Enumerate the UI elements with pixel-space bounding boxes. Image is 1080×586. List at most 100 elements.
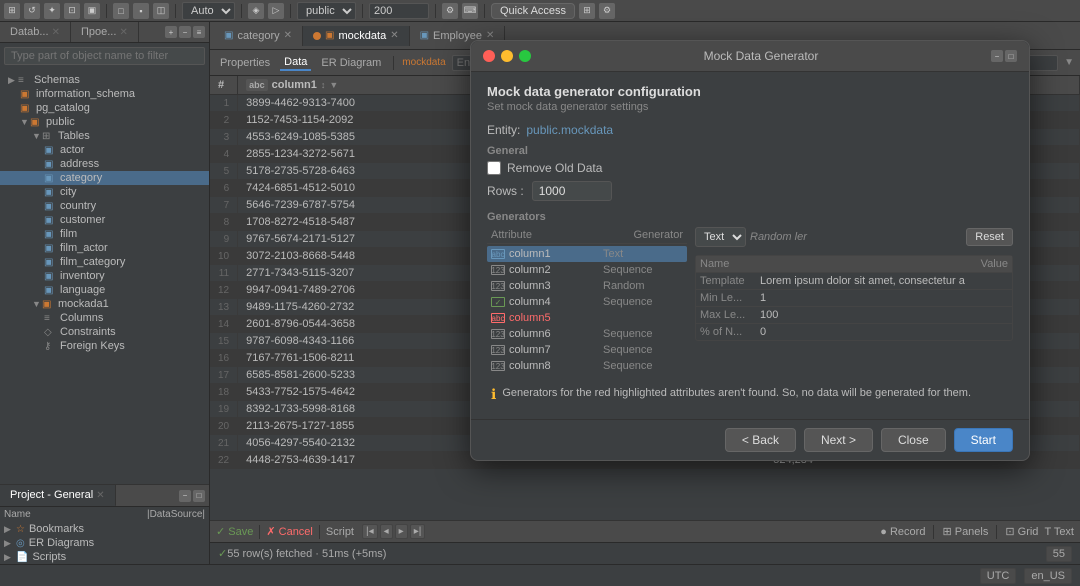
data-tab-btn[interactable]: Data [280,55,311,71]
toolbar-icon-8[interactable]: ◫ [153,3,169,19]
gen-row-column5[interactable]: abc column5 [487,310,687,326]
gen-icon-num-7: 123 [491,345,505,355]
nav-buttons: |◂ ◂ ▸ ▸| [362,524,425,539]
toolbar-icon-3[interactable]: ✦ [44,3,60,19]
modal-icon-1[interactable]: − [991,50,1003,62]
tree-item-film-actor[interactable]: ▣ film_actor [0,241,209,255]
close-traffic-light[interactable] [483,50,495,62]
mock-data-generator-modal[interactable]: Mock Data Generator − □ Mock data genera… [470,40,1030,461]
project-icon-2[interactable]: □ [193,490,205,502]
tree-item-inventory[interactable]: ▣ inventory [0,269,209,283]
tree-item-actor[interactable]: ▣ actor [0,143,209,157]
tree-item-language[interactable]: ▣ language [0,283,209,297]
back-button[interactable]: < Back [725,428,796,452]
properties-tab-btn[interactable]: Properties [216,56,274,70]
cancel-action-btn[interactable]: ✗ Cancel [266,525,313,538]
toolbar-icon-10[interactable]: ▷ [268,3,284,19]
gen-row-column6[interactable]: 123 column6 Sequence [487,326,687,342]
left-panel: Datab... ✕ Прое... ✕ + − ≡ ▶ ≡ Schemas ▣… [0,22,210,564]
filter-icon[interactable]: ▼ [1064,57,1074,68]
maximize-traffic-light[interactable] [519,50,531,62]
panels-btn[interactable]: ⊞ Panels [942,525,988,538]
left-tab-project[interactable]: Прое... ✕ [71,22,139,42]
toolbar-icon-12[interactable]: ⌨ [462,3,478,19]
toolbar-icon-11[interactable]: ⚙ [442,3,458,19]
tab-category[interactable]: ▣ category ✕ [214,26,303,46]
toolbar-icon-1[interactable]: ⊞ [4,3,20,19]
toolbar-icon-5[interactable]: ▣ [84,3,100,19]
zoom-input[interactable]: 200 [369,3,429,19]
modal-icon-2[interactable]: □ [1005,50,1017,62]
tree-item-address[interactable]: ▣ address [0,157,209,171]
close-category-icon[interactable]: ✕ [284,30,292,41]
nav-next-btn[interactable]: ▸ [395,524,408,539]
toolbar-icon-14[interactable]: ⚙ [599,3,615,19]
left-panel-icon-2[interactable]: − [179,26,191,38]
gen-row-column2[interactable]: 123 column2 Sequence [487,262,687,278]
grid-btn[interactable]: ⊡ Grid [1005,525,1038,538]
project-icon-1[interactable]: − [179,490,191,502]
project-tree-item-scripts[interactable]: ▶ 📄 Scripts [0,550,209,564]
project-tab-general[interactable]: Project - General ✕ [0,485,116,506]
close-button[interactable]: Close [881,428,946,452]
toolbar-icon-6[interactable]: □ [113,3,129,19]
tree-item-foreign-keys[interactable]: ⚷ Foreign Keys [0,339,209,353]
left-panel-icon-1[interactable]: + [165,26,177,38]
toolbar-icon-2[interactable]: ↺ [24,3,40,19]
toolbar-icon-9[interactable]: ◈ [248,3,264,19]
left-tab-database[interactable]: Datab... ✕ [0,22,71,42]
row-number-cell: 15 [210,333,238,350]
project-tree-item-er[interactable]: ▶ ◎ ER Diagrams [0,536,209,550]
nav-prev-btn[interactable]: ◂ [380,524,393,539]
auto-select[interactable]: Auto [182,2,235,20]
generator-config: Text Random ler Reset Name Value Templat… [695,227,1013,374]
text-btn[interactable]: T Text [1044,526,1074,538]
gen-row-column7[interactable]: 123 column7 Sequence [487,342,687,358]
gen-icon-num-2: 123 [491,265,505,275]
tree-item-country[interactable]: ▣ country [0,199,209,213]
toolbar-icon-7[interactable]: ▪ [133,3,149,19]
er-diagram-btn[interactable]: ER Diagram [317,56,385,70]
toolbar-sep-1 [106,4,107,18]
left-panel-icon-3[interactable]: ≡ [193,26,205,38]
project-tree-item-bookmarks[interactable]: ▶ ☆ Bookmarks [0,522,209,536]
tree-item-columns[interactable]: ≡ Columns [0,311,209,325]
tree-item-category[interactable]: ▣ category [0,171,209,185]
tree-item-film-category[interactable]: ▣ film_category [0,255,209,269]
gen-row-column4[interactable]: ✓ column4 Sequence [487,294,687,310]
tree-item-tables[interactable]: ▼ ⊞ Tables [0,129,209,143]
gen-row-column8[interactable]: 123 column8 Sequence [487,358,687,374]
gen-row-column1[interactable]: abc column1 Text [487,246,687,262]
toolbar-icon-4[interactable]: ⊡ [64,3,80,19]
tree-item-public[interactable]: ▼ ▣ public [0,115,209,129]
schema-select[interactable]: public [297,2,356,20]
tree-item-city[interactable]: ▣ city [0,185,209,199]
quick-access-button[interactable]: Quick Access [491,3,575,19]
start-button[interactable]: Start [954,428,1013,452]
close-mockdata-icon[interactable]: ✕ [390,30,398,41]
nav-last-btn[interactable]: ▸| [410,524,426,539]
save-action-btn[interactable]: ✓ Save [216,525,253,538]
script-action-btn[interactable]: Script [326,526,354,538]
next-button[interactable]: Next > [804,428,873,452]
tree-item-schemas[interactable]: ▶ ≡ Schemas [0,73,209,87]
gen-row-column3[interactable]: 123 column3 Random [487,278,687,294]
object-filter-input[interactable] [4,47,205,65]
rows-input[interactable] [532,181,612,201]
tree-item-mockada1[interactable]: ▼ ▣ mockada1 [0,297,209,311]
nav-first-btn[interactable]: |◂ [362,524,378,539]
tree-item-film[interactable]: ▣ film [0,227,209,241]
tree-item-information-schema[interactable]: ▣ information_schema [0,87,209,101]
toolbar-sep-4 [290,4,291,18]
record-btn[interactable]: ● Record [880,526,925,538]
tree-item-constraints[interactable]: ◇ Constraints [0,325,209,339]
tree-item-customer[interactable]: ▣ customer [0,213,209,227]
remove-old-data-checkbox[interactable] [487,161,501,175]
gen-icon-num-3: 123 [491,281,505,291]
tab-mockdata[interactable]: ▣ mockdata ✕ [303,26,410,46]
tree-item-pg-catalog[interactable]: ▣ pg_catalog [0,101,209,115]
gen-type-select[interactable]: Text [695,227,746,247]
reset-btn[interactable]: Reset [966,228,1013,246]
minimize-traffic-light[interactable] [501,50,513,62]
toolbar-icon-13[interactable]: ⊞ [579,3,595,19]
